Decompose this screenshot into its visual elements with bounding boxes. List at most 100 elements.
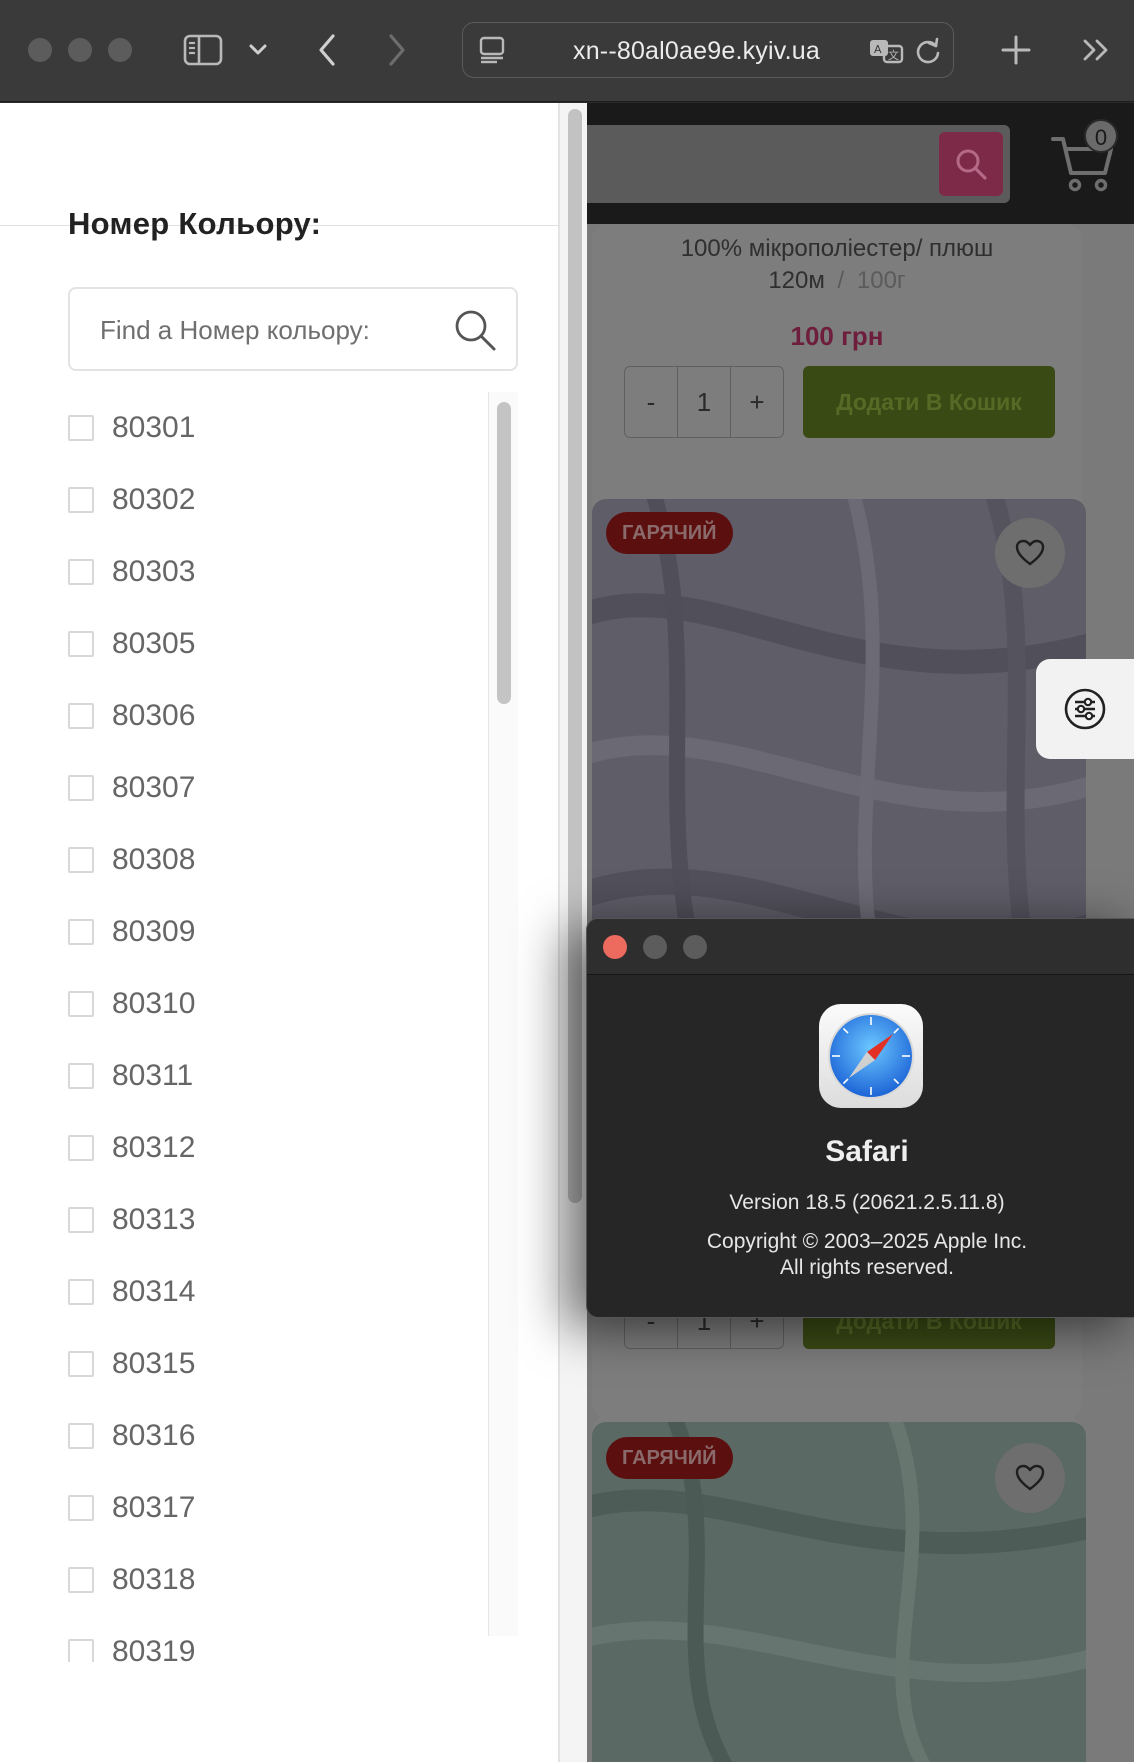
about-rights: All rights reserved.: [780, 1256, 954, 1279]
qty-plus-button[interactable]: +: [731, 367, 783, 437]
color-options-list: 80301 80302 80303 80305 80306 80307 80308 80309…: [68, 392, 488, 1662]
about-zoom-button: [683, 935, 707, 959]
url-text[interactable]: xn--80al0ae9e.kyiv.ua: [573, 37, 820, 66]
translate-icon[interactable]: A文: [867, 35, 907, 67]
color-option-label: 80313: [112, 1203, 196, 1236]
color-option-label: 80308: [112, 843, 196, 876]
qty-minus-button[interactable]: -: [625, 367, 678, 437]
filter-title: Номер Кольору:: [68, 206, 322, 241]
cart-count-badge: 0: [1084, 119, 1118, 153]
about-titlebar: [587, 919, 1134, 975]
product-price: 100 грн: [790, 321, 884, 351]
color-option[interactable]: 80305: [68, 608, 488, 680]
color-option[interactable]: 80310: [68, 968, 488, 1040]
reload-icon[interactable]: [913, 35, 943, 67]
heart-icon[interactable]: [995, 518, 1065, 588]
color-checkbox[interactable]: [68, 1423, 94, 1449]
about-safari-window: Safari Version 18.5 (20621.2.5.11.8) Cop…: [586, 918, 1134, 1318]
site-search-button[interactable]: [939, 132, 1003, 196]
window-close-button[interactable]: [28, 38, 52, 62]
color-option[interactable]: 80306: [68, 680, 488, 752]
color-option[interactable]: 80315: [68, 1328, 488, 1400]
window-minimize-button[interactable]: [68, 38, 92, 62]
color-checkbox[interactable]: [68, 559, 94, 585]
color-option-label: 80314: [112, 1275, 196, 1308]
sidebar-icon[interactable]: [182, 30, 224, 70]
hot-badge: ГАРЯЧИЙ: [606, 1437, 733, 1479]
color-checkbox[interactable]: [68, 1567, 94, 1593]
color-checkbox[interactable]: [68, 1495, 94, 1521]
product-weight: 100г: [856, 267, 906, 294]
color-list-scrollbar[interactable]: [488, 392, 518, 1636]
color-option-label: 80305: [112, 627, 196, 660]
color-option[interactable]: 80312: [68, 1112, 488, 1184]
color-option[interactable]: 80314: [68, 1256, 488, 1328]
color-checkbox[interactable]: [68, 775, 94, 801]
color-checkbox[interactable]: [68, 415, 94, 441]
color-option[interactable]: 80319: [68, 1616, 488, 1662]
search-icon[interactable]: [452, 307, 498, 358]
color-checkbox[interactable]: [68, 1063, 94, 1089]
color-option-label: 80311: [112, 1059, 194, 1092]
add-to-cart-button[interactable]: Додати В Кошик: [803, 366, 1055, 438]
color-checkbox[interactable]: [68, 1207, 94, 1233]
color-option-label: 80306: [112, 699, 196, 732]
color-option-label: 80317: [112, 1491, 196, 1524]
color-checkbox[interactable]: [68, 847, 94, 873]
color-option[interactable]: 80313: [68, 1184, 488, 1256]
window-zoom-button[interactable]: [108, 38, 132, 62]
product-description: 100% мікрополіестер/ плюш 120м / 100г: [592, 233, 1082, 297]
color-option[interactable]: 80307: [68, 752, 488, 824]
search-icon: [956, 149, 987, 180]
chevron-down-icon[interactable]: [246, 38, 270, 62]
color-checkbox[interactable]: [68, 1279, 94, 1305]
search-placeholder: Find a Номер кольору:: [100, 315, 370, 345]
color-option[interactable]: 80318: [68, 1544, 488, 1616]
color-option-label: 80301: [112, 411, 196, 444]
color-option[interactable]: 80316: [68, 1400, 488, 1472]
site-search-input[interactable]: [587, 125, 1010, 203]
browser-toolbar: xn--80al0ae9e.kyiv.ua A文: [0, 0, 1134, 102]
sidebar-scroll-thumb[interactable]: [568, 109, 582, 1203]
qty-value[interactable]: 1: [678, 367, 731, 437]
filter-icon: [1064, 688, 1106, 730]
double-chevron-icon[interactable]: [1080, 34, 1112, 66]
color-option-label: 80302: [112, 483, 196, 516]
color-checkbox[interactable]: [68, 487, 94, 513]
color-checkbox[interactable]: [68, 1639, 94, 1662]
color-option-label: 80316: [112, 1419, 196, 1452]
heart-icon[interactable]: [995, 1443, 1065, 1513]
address-bar[interactable]: xn--80al0ae9e.kyiv.ua A文: [462, 22, 954, 78]
color-option[interactable]: 80311: [68, 1040, 488, 1112]
plus-icon[interactable]: [998, 30, 1034, 70]
chevron-left-icon[interactable]: [312, 30, 342, 70]
color-option-label: 80310: [112, 987, 196, 1020]
about-close-button[interactable]: [603, 935, 627, 959]
color-option[interactable]: 80308: [68, 824, 488, 896]
sidebar-scrollbar[interactable]: [559, 103, 587, 1762]
color-option-label: 80319: [112, 1635, 196, 1662]
about-copyright-block: Copyright © 2003–2025 Apple Inc. All rig…: [587, 1229, 1134, 1281]
filter-toggle-button[interactable]: [1036, 659, 1134, 759]
spec-separator: /: [837, 267, 845, 294]
site-header: 0: [587, 103, 1134, 224]
color-list-scroll-thumb[interactable]: [497, 402, 511, 704]
chevron-right-icon[interactable]: [382, 30, 412, 70]
color-checkbox[interactable]: [68, 919, 94, 945]
color-checkbox[interactable]: [68, 703, 94, 729]
color-search-input[interactable]: Find a Номер кольору:: [68, 287, 518, 371]
svg-text:A: A: [874, 43, 882, 56]
about-version: Version 18.5 (20621.2.5.11.8): [729, 1191, 1005, 1214]
color-checkbox[interactable]: [68, 991, 94, 1017]
color-option-label: 80303: [112, 555, 196, 588]
page-menu-icon[interactable]: [477, 35, 507, 65]
color-option[interactable]: 80317: [68, 1472, 488, 1544]
color-checkbox[interactable]: [68, 1351, 94, 1377]
color-option[interactable]: 80303: [68, 536, 488, 608]
color-option[interactable]: 80302: [68, 464, 488, 536]
color-option[interactable]: 80309: [68, 896, 488, 968]
color-checkbox[interactable]: [68, 1135, 94, 1161]
color-checkbox[interactable]: [68, 631, 94, 657]
about-minimize-button: [643, 935, 667, 959]
color-option[interactable]: 80301: [68, 392, 488, 464]
